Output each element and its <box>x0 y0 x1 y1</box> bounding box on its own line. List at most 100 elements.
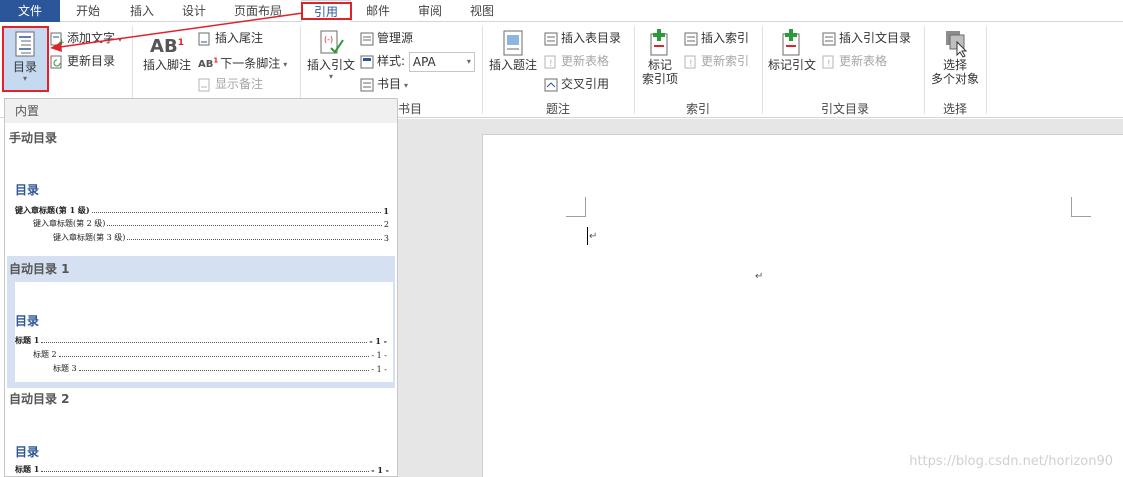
manage-sources-icon <box>360 32 374 45</box>
toc-row-page: 2 <box>383 220 389 229</box>
update-index-button[interactable]: ! 更新索引 <box>684 51 749 71</box>
svg-text:!: ! <box>549 59 553 69</box>
mark-entry-label-line2: 索引项 <box>641 72 678 86</box>
update-index-label: 更新索引 <box>701 54 750 68</box>
update-index-icon: ! <box>684 55 696 69</box>
insert-caption-icon <box>503 30 523 56</box>
paragraph-mark: ↵ <box>589 231 598 242</box>
gallery-item-title: 手动目录 <box>9 131 58 145</box>
toc-row-text: 键入章标题(第 3 级) <box>53 233 126 242</box>
tab-view[interactable]: 视图 <box>460 0 504 22</box>
gallery-section-header: 内置 <box>5 99 397 123</box>
insert-index-icon <box>684 32 698 45</box>
update-toa-button[interactable]: ! 更新表格 <box>822 51 887 71</box>
toc-row-text: 标题 2 <box>33 350 57 359</box>
toc-preview-row: 标题 3 - 1 - <box>53 362 387 374</box>
tab-mailings[interactable]: 邮件 <box>356 0 400 22</box>
toc-row-leader <box>41 471 370 472</box>
select-objects-label-line2: 多个对象 <box>930 72 979 86</box>
toc-preview-heading: 目录 <box>15 183 40 197</box>
insert-toa-icon <box>822 32 836 45</box>
chevron-down-icon: ▾ <box>283 60 288 70</box>
select-objects-button[interactable]: 选择 多个对象 <box>928 28 982 86</box>
mark-citation-button[interactable]: 标记引文 <box>766 28 818 72</box>
toc-row-leader <box>41 342 368 343</box>
gallery-item-title: 自动目录 1 <box>9 262 70 276</box>
text-cursor <box>587 227 588 245</box>
cross-reference-button[interactable]: 交叉引用 <box>544 74 609 94</box>
manage-sources-button[interactable]: 管理源 <box>360 28 413 48</box>
mark-citation-icon <box>782 29 800 56</box>
chevron-down-icon: ▾ <box>404 81 409 90</box>
paragraph-mark: ↵ <box>755 271 764 282</box>
toc-preview: 目录 标题 1 - 1 - 标题 2 - 1 - 标题 3 - 1 - <box>15 282 393 382</box>
insert-footnote-label: 插入脚注 <box>142 58 191 72</box>
toc-preview-row: 标题 2 - 1 - <box>33 348 387 360</box>
citation-style-value: APA <box>412 54 436 69</box>
toc-row-page: - 1 - <box>371 465 389 475</box>
insert-toa-label: 插入引文目录 <box>839 31 912 45</box>
chevron-down-icon: ▾ <box>466 56 471 66</box>
select-group-label: 选择 <box>942 102 967 116</box>
insert-citation-label: 插入引文 <box>306 58 355 72</box>
toc-preview-heading: 目录 <box>15 445 40 459</box>
crop-mark-left <box>566 197 586 217</box>
toc-preview-row: 键入章标题(第 3 级) 3 <box>53 231 389 243</box>
toc-row-text: 标题 3 <box>53 364 77 373</box>
insert-index-button[interactable]: 插入索引 <box>684 28 749 48</box>
group-separator <box>762 26 763 114</box>
annotation-arrow <box>50 12 304 52</box>
svg-text:!: ! <box>827 59 831 69</box>
group-separator <box>482 26 483 114</box>
toc-preview-heading: 目录 <box>15 314 40 328</box>
crop-mark-right <box>1071 197 1091 217</box>
toc-preview-row: 键入章标题(第 2 级) 2 <box>33 217 389 229</box>
group-separator <box>986 26 987 114</box>
toc-preview-row: 键入章标题(第 1 级) 1 <box>15 204 389 216</box>
show-notes-label: 显示备注 <box>215 77 264 91</box>
insert-caption-button[interactable]: 插入题注 <box>486 28 540 72</box>
mark-entry-button[interactable]: 标记 索引项 <box>638 28 682 86</box>
next-footnote-icon: AB1 <box>198 57 219 71</box>
toc-row-text: 标题 1 <box>15 464 40 474</box>
bibliography-icon <box>360 78 374 91</box>
toc-row-page: - 1 - <box>371 365 387 374</box>
update-table-button[interactable]: ! 更新表格 <box>544 51 609 71</box>
table-of-figures-icon <box>544 32 558 45</box>
update-toa-icon: ! <box>822 55 834 69</box>
toc-row-leader <box>58 356 370 357</box>
gallery-item-title: 自动目录 2 <box>9 392 70 406</box>
update-toa-label: 更新表格 <box>839 54 888 68</box>
insert-table-of-figures-label: 插入表目录 <box>561 31 622 45</box>
toc-gallery-dropdown: 内置 手动目录 目录 键入章标题(第 1 级) 1 键入章标题(第 2 级) 2 键… <box>4 98 398 477</box>
mark-entry-label-line1: 标记 <box>647 58 672 72</box>
toc-row-text: 标题 1 <box>15 335 40 345</box>
toc-row-page: - 1 - <box>371 351 387 360</box>
insert-index-label: 插入索引 <box>701 31 750 45</box>
toc-row-text: 键入章标题(第 2 级) <box>33 219 106 228</box>
watermark: https://blog.csdn.net/horizon90 <box>909 454 1113 469</box>
show-notes-button[interactable]: 显示备注 <box>198 74 263 94</box>
captions-group-label: 题注 <box>545 102 570 116</box>
bibliography-button[interactable]: 书目 ▾ <box>360 74 408 94</box>
show-notes-icon <box>198 78 210 91</box>
bibliography-label: 书目 <box>377 77 402 91</box>
insert-table-of-figures-button[interactable]: 插入表目录 <box>544 28 621 48</box>
citation-style-select[interactable]: APA ▾ <box>408 51 475 72</box>
svg-text:!: ! <box>689 59 693 69</box>
update-table-icon: ! <box>544 55 556 69</box>
document-page[interactable]: ↵ ↵ <box>482 134 1123 477</box>
toc-row-page: 3 <box>383 234 389 243</box>
toc-row-text: 键入章标题(第 1 级) <box>15 205 90 215</box>
group-separator <box>924 26 925 114</box>
update-table-label: 更新表格 <box>561 54 610 68</box>
index-group-label: 索引 <box>685 102 710 116</box>
style-label: 样式: <box>377 54 406 68</box>
insert-toa-button[interactable]: 插入引文目录 <box>822 28 911 48</box>
style-select-row: 样式: APA ▾ <box>360 51 475 72</box>
select-objects-icon <box>946 31 968 58</box>
tab-review[interactable]: 审阅 <box>408 0 452 22</box>
select-objects-label-line1: 选择 <box>942 58 967 72</box>
gallery-item-auto-toc-1[interactable]: 自动目录 1 目录 标题 1 - 1 - 标题 2 - 1 - 标题 3 - 1 - <box>7 256 395 388</box>
toc-preview-row: 标题 1 - 1 - <box>15 463 389 475</box>
